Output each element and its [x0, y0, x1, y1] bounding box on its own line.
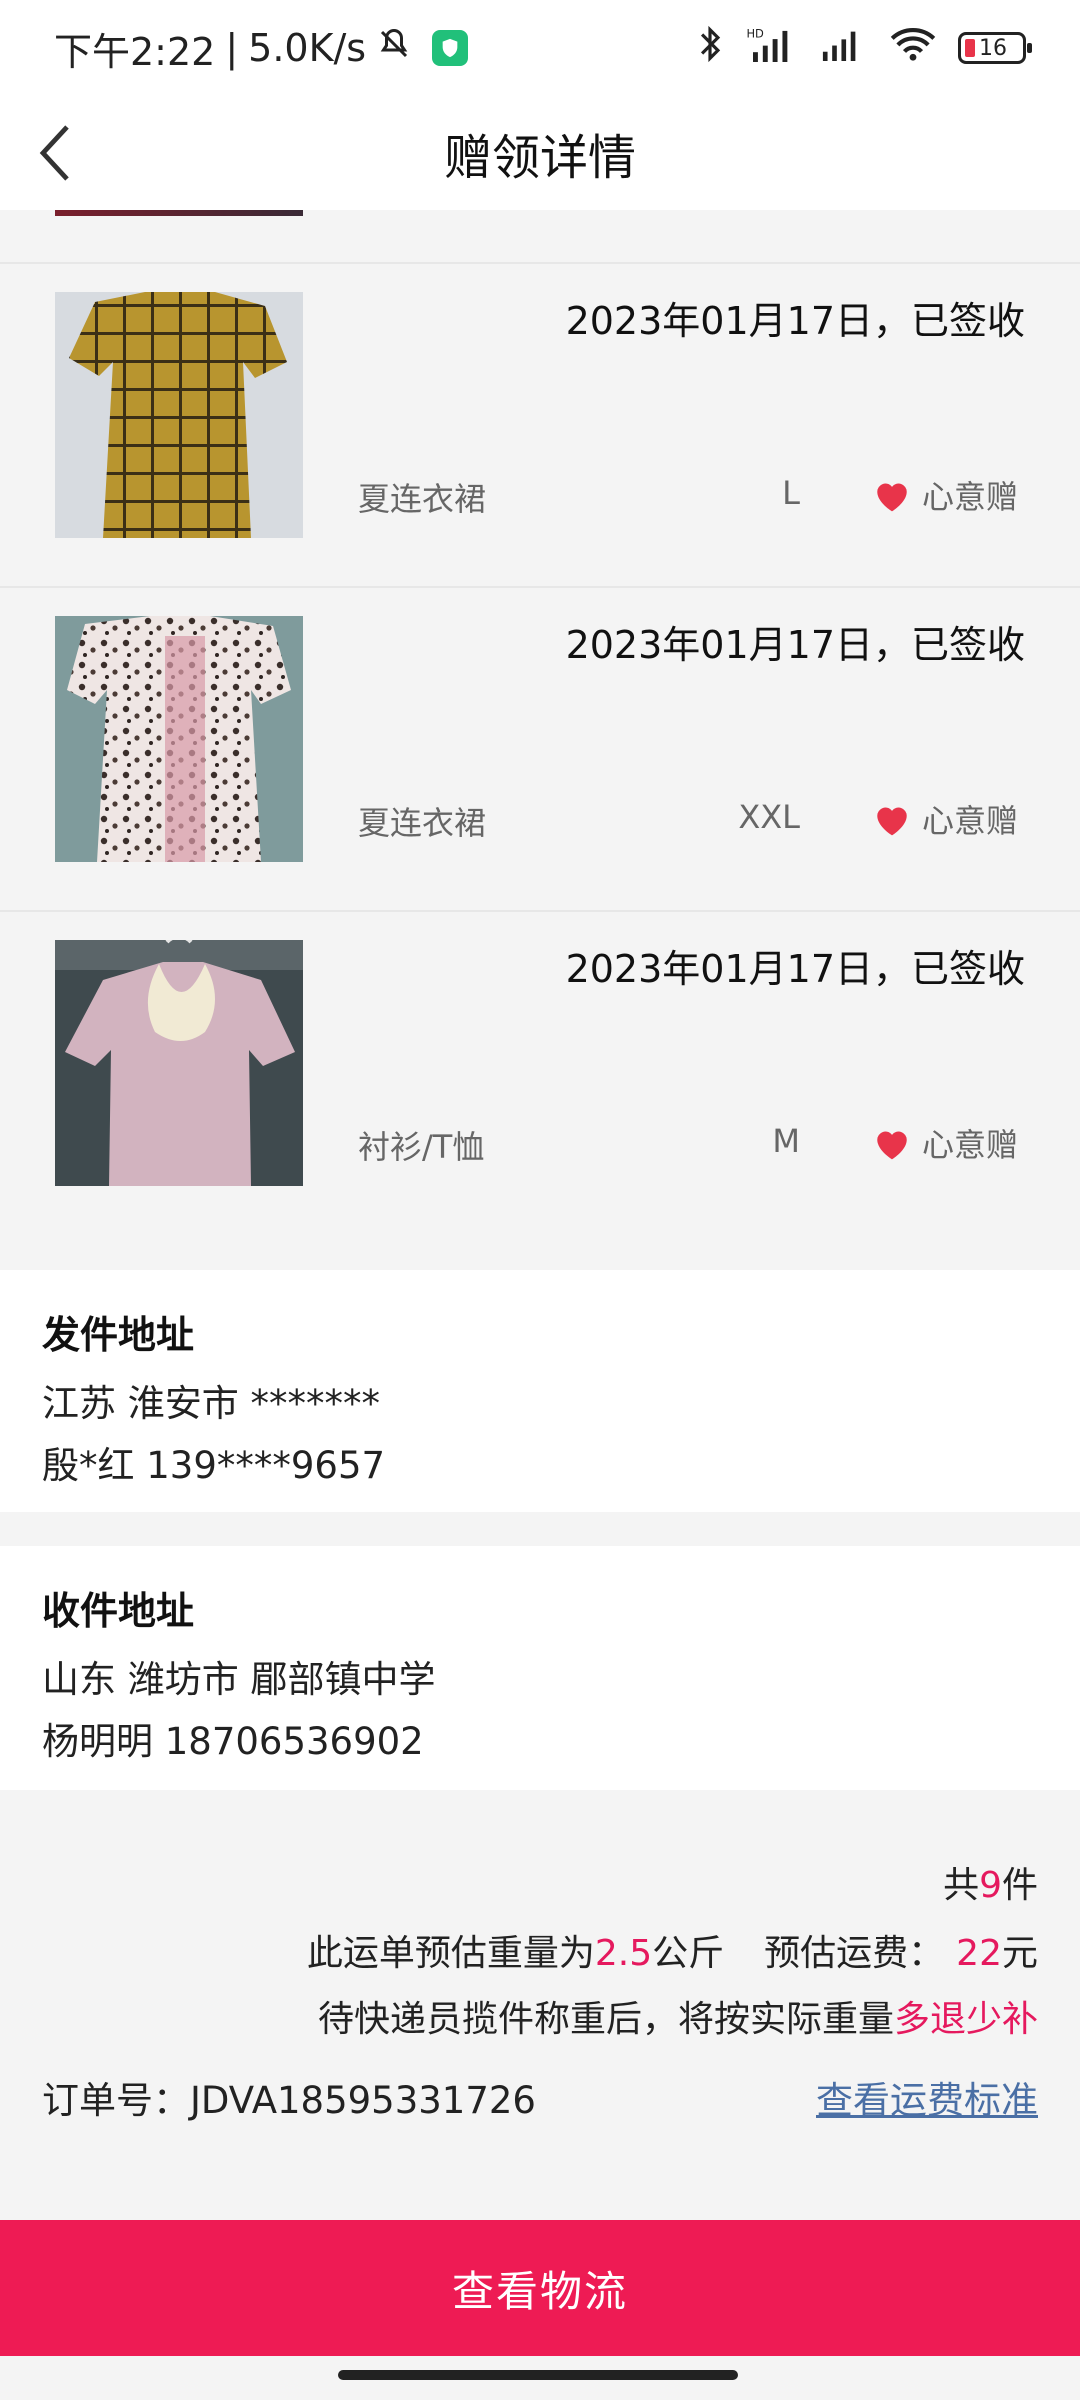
- svg-text:HD: HD: [746, 26, 764, 40]
- signal-hd-icon: HD: [746, 26, 796, 71]
- item-count: 共9件: [943, 1856, 1038, 1908]
- order-number: 订单号：JDVA18595331726: [42, 2079, 536, 2122]
- weight-unit: 公斤: [652, 1933, 725, 1974]
- nav-header: 赠领详情: [0, 96, 1080, 210]
- back-arrow-icon: [39, 125, 69, 181]
- status-left: 下午2:22 | 5.0K/s: [54, 21, 469, 76]
- status-speed: 5.0K/s: [248, 26, 367, 70]
- list-item-partial: [0, 210, 1080, 260]
- fee-unit: 元: [1001, 1933, 1038, 1974]
- item-size: L: [782, 474, 800, 512]
- item-date-status: 2023年01月17日，已签收: [565, 299, 1025, 343]
- item-category: 夏连衣裙: [358, 804, 487, 842]
- item-thumbnail[interactable]: [55, 292, 303, 538]
- item-list: 2023年01月17日，已签收 夏连衣裙 L 心意赠 2023年01月17日，已…: [0, 210, 1080, 1270]
- page: 下午2:22 | 5.0K/s HD 16 赠领详情 2023年01月17日，已…: [0, 0, 1080, 2400]
- item-date-status: 2023年01月17日，已签收: [565, 947, 1025, 991]
- mute-icon: [376, 26, 412, 71]
- shield-app-icon: [432, 30, 469, 66]
- item-category: 衬衫/T恤: [358, 1128, 485, 1166]
- sender-contact: 殷*红 139****9657: [42, 1444, 386, 1487]
- weigh-note-highlight: 多退少补: [893, 1999, 1038, 2040]
- heart-icon: [877, 807, 907, 836]
- weigh-note-text: 待快递员揽件称重后，将按实际重量: [317, 1999, 894, 2040]
- status-divider: |: [225, 26, 239, 70]
- sender-address: 江苏 淮安市 *******: [42, 1382, 381, 1425]
- receiver-address-card: 收件地址 山东 潍坊市 郿部镇中学 杨明明 18706536902: [0, 1546, 1080, 1790]
- item-count-prefix: 共: [943, 1865, 980, 1906]
- item-tag-label: 心意赠: [921, 802, 1018, 840]
- heart-icon: [877, 483, 907, 512]
- bluetooth-icon: [696, 25, 724, 72]
- item-tag: 心意赠: [872, 796, 1018, 842]
- item-tag-label: 心意赠: [921, 1126, 1018, 1164]
- battery-percent: 16: [979, 35, 1007, 61]
- signal-icon: [818, 26, 868, 70]
- item-tag: 心意赠: [872, 1120, 1018, 1166]
- item-category: 夏连衣裙: [358, 480, 487, 518]
- receiver-title: 收件地址: [42, 1589, 195, 1633]
- shipping-summary: 共9件 此运单预估重量为2.5公斤 预估运费： 22元 待快递员揽件称重后，将按实际…: [0, 1790, 1080, 2220]
- list-item[interactable]: 2023年01月17日，已签收 夏连衣裙 XXL 心意赠: [0, 586, 1080, 910]
- item-tag-label: 心意赠: [921, 478, 1018, 516]
- weight-prefix: 此运单预估重量为: [306, 1933, 595, 1974]
- receiver-contact: 杨明明 18706536902: [42, 1720, 424, 1763]
- item-thumbnail[interactable]: [55, 616, 303, 862]
- item-count-value: 9: [979, 1865, 1002, 1906]
- status-bar: 下午2:22 | 5.0K/s HD 16: [0, 0, 1080, 96]
- item-size: M: [772, 1122, 800, 1160]
- battery-icon: 16: [958, 32, 1032, 64]
- item-count-suffix: 件: [1001, 1865, 1038, 1906]
- page-title: 赠领详情: [443, 130, 636, 186]
- view-logistics-button[interactable]: 查看物流: [0, 2220, 1080, 2356]
- fee-standard-link[interactable]: 查看运费标准: [816, 2070, 1038, 2124]
- heart-icon: [877, 1131, 907, 1160]
- weight-value: 2.5: [594, 1933, 653, 1974]
- item-size: XXL: [738, 798, 800, 836]
- back-button[interactable]: [20, 118, 90, 188]
- status-right: HD 16: [696, 25, 1032, 72]
- list-item[interactable]: 2023年01月17日，已签收 衬衫/T恤 M 心意赠: [0, 910, 1080, 1234]
- weight-fee-line: 此运单预估重量为2.5公斤 预估运费： 22元: [307, 1924, 1038, 1976]
- battery-level-fill: [965, 39, 975, 57]
- item-date-status: 2023年01月17日，已签收: [565, 623, 1025, 667]
- item-tag: 心意赠: [872, 472, 1018, 518]
- sender-title: 发件地址: [42, 1313, 195, 1357]
- list-item[interactable]: 2023年01月17日，已签收 夏连衣裙 L 心意赠: [0, 262, 1080, 586]
- item-thumbnail: [55, 210, 303, 216]
- sender-address-card: 发件地址 江苏 淮安市 ******* 殷*红 139****9657: [0, 1270, 1080, 1512]
- receiver-address: 山东 潍坊市 郿部镇中学: [42, 1658, 436, 1701]
- wifi-icon: [890, 26, 936, 70]
- status-time: 下午2:22: [54, 29, 216, 74]
- weigh-note: 待快递员揽件称重后，将按实际重量多退少补: [318, 1990, 1038, 2042]
- fee-value: 22: [956, 1933, 1002, 1974]
- fee-prefix: 预估运费：: [764, 1933, 945, 1974]
- home-indicator[interactable]: [338, 2370, 738, 2380]
- item-thumbnail[interactable]: [55, 940, 303, 1186]
